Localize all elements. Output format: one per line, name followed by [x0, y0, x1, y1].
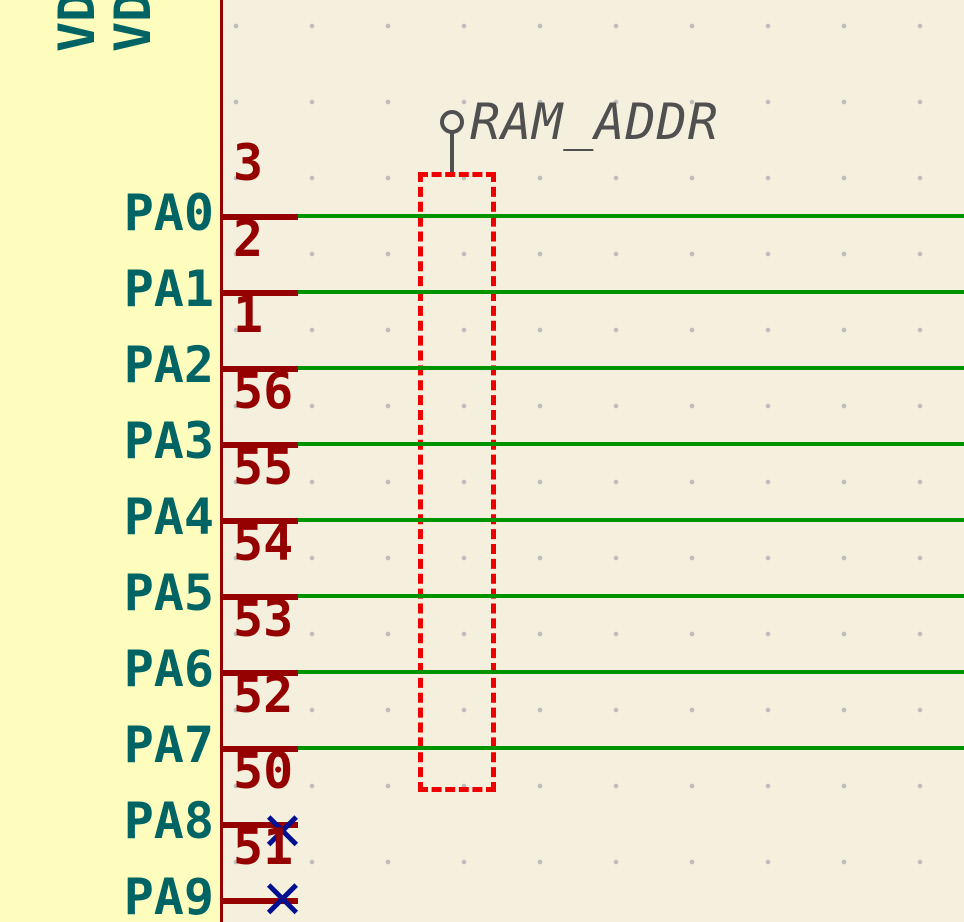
pin-number: 54: [233, 514, 293, 572]
pin-row-pa8[interactable]: PA8 50 ×: [0, 764, 964, 840]
pin-number: 1: [233, 286, 263, 344]
wire[interactable]: [298, 594, 964, 598]
pin-number: 52: [233, 666, 293, 724]
pin-row-pa0[interactable]: PA0 3: [0, 156, 964, 232]
wire[interactable]: [298, 366, 964, 370]
pin-name: PA9: [0, 868, 214, 922]
no-connect-icon: ×: [262, 858, 303, 922]
schematic-canvas[interactable]: VDDS VDD RAM_ADDR PA0 3 PA1 2 PA2 1 PA3 …: [0, 0, 964, 922]
wire[interactable]: [298, 290, 964, 294]
pin-row-pa9[interactable]: PA9 51 ×: [0, 840, 964, 916]
pin-number: 56: [233, 362, 293, 420]
wire[interactable]: [298, 746, 964, 750]
net-label-anchor-icon: [440, 110, 464, 134]
pin-row-pa6[interactable]: PA6 53: [0, 612, 964, 688]
pin-row-pa4[interactable]: PA4 55: [0, 460, 964, 536]
pin-row-pa5[interactable]: PA5 54: [0, 536, 964, 612]
pin-number: 3: [233, 134, 263, 192]
pin-row-pa2[interactable]: PA2 1: [0, 308, 964, 384]
pin-row-pa3[interactable]: PA3 56: [0, 384, 964, 460]
pin-row-pa1[interactable]: PA1 2: [0, 232, 964, 308]
wire[interactable]: [298, 670, 964, 674]
net-label-text[interactable]: RAM_ADDR: [470, 93, 719, 151]
wire[interactable]: [298, 518, 964, 522]
wire[interactable]: [298, 442, 964, 446]
power-pin-vdd-label: VDD: [104, 0, 162, 52]
pin-number: 2: [233, 210, 263, 268]
pin-row-pa7[interactable]: PA7 52: [0, 688, 964, 764]
wire[interactable]: [298, 214, 964, 218]
power-pin-vdds-label: VDDS: [48, 0, 106, 52]
pin-number: 55: [233, 438, 293, 496]
pin-number: 53: [233, 590, 293, 648]
